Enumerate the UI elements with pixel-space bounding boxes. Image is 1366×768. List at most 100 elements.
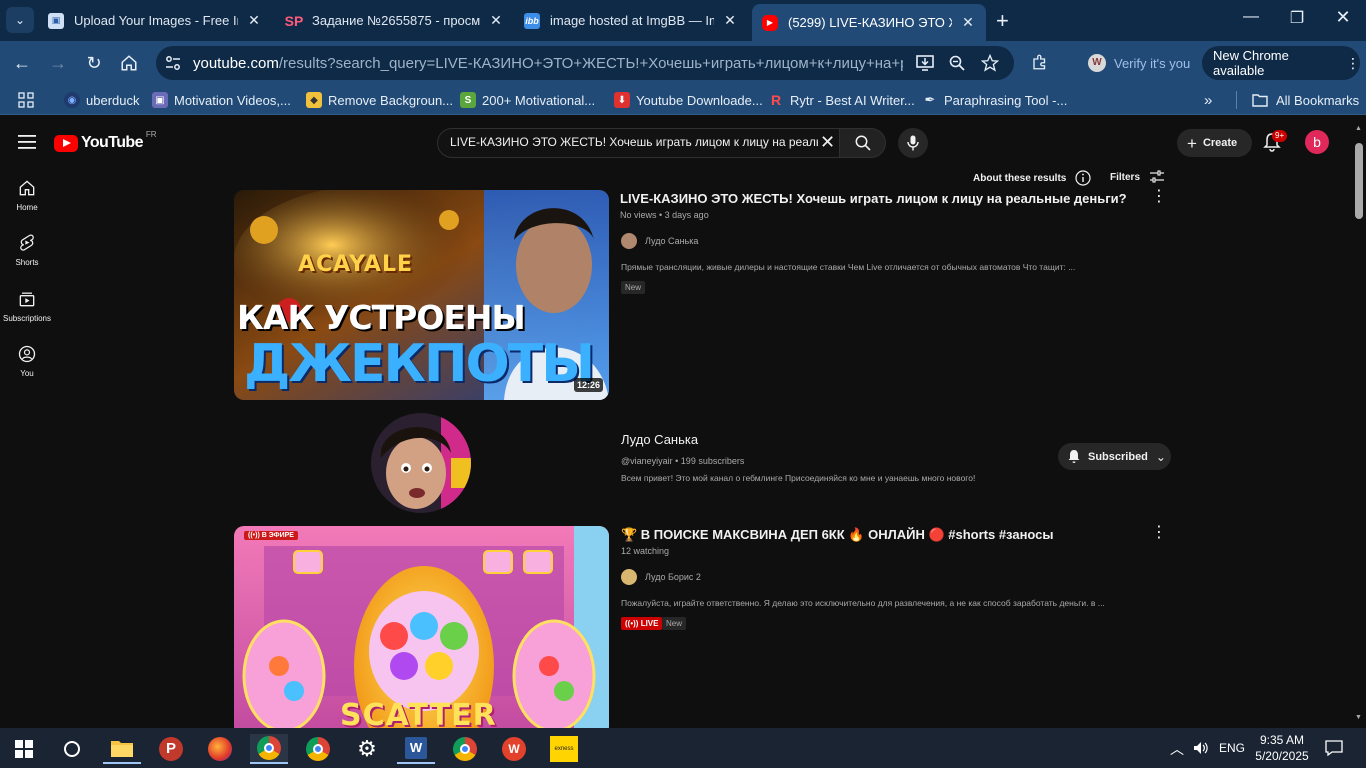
tray-overflow-chevron[interactable]: ︿	[1170, 739, 1184, 759]
install-app-icon[interactable]	[916, 55, 934, 71]
back-button[interactable]: ←	[11, 52, 33, 74]
channel-card-avatar[interactable]	[371, 413, 471, 513]
all-bookmarks-button[interactable]: All Bookmarks	[1252, 91, 1359, 109]
bookmark-youtube-downloader[interactable]: ⬇ Youtube Downloade...	[614, 91, 763, 109]
sidebar-item-subscriptions[interactable]: Subscriptions	[0, 289, 54, 323]
close-window-button[interactable]: ✕	[1320, 7, 1366, 28]
extensions-icon[interactable]	[1031, 53, 1049, 71]
scroll-down-arrow[interactable]: ▼	[1355, 714, 1362, 721]
home-button[interactable]	[118, 52, 140, 74]
video-title-1[interactable]: LIVE-КАЗИНО ЭТО ЖЕСТЬ! Хочешь играть лиц…	[620, 191, 1127, 206]
channel-link[interactable]: Лудо Санька	[621, 233, 698, 249]
chrome-active-button[interactable]	[250, 734, 288, 764]
sidebar-item-shorts[interactable]: Shorts	[0, 233, 54, 267]
subscribed-button[interactable]: Subscribed ⌄	[1058, 443, 1171, 470]
browser-tab-4-active[interactable]: ▶ (5299) LIVE-КАЗИНО ЭТО ЖЕСТЬ ✕	[752, 4, 986, 41]
wps-icon: W	[502, 737, 526, 761]
about-results-link[interactable]: About these results	[973, 170, 1091, 186]
bookmark-paraphrasing-tool[interactable]: ✒ Paraphrasing Tool -...	[922, 91, 1068, 109]
forward-button[interactable]: →	[47, 52, 69, 74]
search-icon	[855, 135, 871, 151]
clock[interactable]: 9:35 AM 5/20/2025	[1254, 732, 1310, 764]
bookmark-label: Youtube Downloade...	[636, 92, 763, 108]
notification-center-icon[interactable]	[1325, 740, 1343, 756]
search-input[interactable]	[450, 135, 818, 149]
new-chrome-button[interactable]: New Chrome available ⋮	[1202, 46, 1360, 80]
chrome-button[interactable]	[299, 734, 337, 764]
browser-tab-3[interactable]: ibb image hosted at ImgBB — ImgBB ✕	[514, 4, 748, 37]
create-button[interactable]: + Create	[1177, 129, 1252, 157]
firefox-button[interactable]	[201, 734, 239, 764]
file-explorer-button[interactable]	[103, 734, 141, 764]
tab-title: Задание №2655875 - просмотр	[312, 13, 480, 28]
browser-tab-1[interactable]: ▣ Upload Your Images - Free Imag ✕	[38, 4, 272, 37]
youtube-logo[interactable]: YouTube FR	[54, 130, 157, 152]
exness-button[interactable]: exness	[545, 734, 583, 764]
new-tab-button[interactable]: +	[996, 8, 1009, 34]
close-tab-icon[interactable]: ✕	[246, 12, 262, 29]
search-taskbar-button[interactable]	[53, 734, 91, 764]
address-bar[interactable]: youtube.com/results?search_query=LIVE-КА…	[156, 46, 1014, 80]
word-icon: W	[405, 737, 427, 759]
search-box[interactable]: ✕	[437, 128, 840, 158]
input-language[interactable]: ENG	[1219, 741, 1245, 755]
start-button[interactable]	[5, 734, 43, 764]
minimize-button[interactable]: —	[1228, 8, 1274, 26]
sidebar-item-home[interactable]: Home	[0, 178, 54, 212]
search-button[interactable]	[840, 128, 886, 158]
account-avatar[interactable]: b	[1305, 130, 1329, 154]
video-menu-button[interactable]: ⋮	[1151, 189, 1167, 205]
bookmark-uberduck[interactable]: ◉ uberduck	[64, 91, 139, 109]
bookmark-rytr[interactable]: R Rytr - Best AI Writer...	[768, 91, 915, 109]
scroll-up-arrow[interactable]: ▲	[1355, 125, 1362, 132]
reload-button[interactable]: ↻	[83, 52, 105, 74]
verify-account-button[interactable]: W Verify it's you	[1080, 46, 1194, 80]
apps-grid-icon[interactable]	[18, 92, 34, 108]
restore-button[interactable]: ❐	[1274, 8, 1320, 28]
scrollbar-thumb[interactable]	[1355, 143, 1363, 219]
zoom-icon[interactable]	[949, 55, 965, 71]
bookmark-label: 200+ Motivational...	[482, 92, 596, 108]
chrome-2-button[interactable]	[446, 734, 484, 764]
video-menu-button[interactable]: ⋮	[1151, 525, 1167, 541]
page-scrollbar[interactable]: ▲ ▼	[1352, 125, 1366, 728]
video-thumbnail-1[interactable]: ACAYALE КАК УСТРОЕНЫ ДЖЕКПОТЫ 12:26	[234, 190, 609, 400]
browser-tab-strip: ⌄ ▣ Upload Your Images - Free Imag ✕ SP …	[0, 0, 1366, 41]
channel-avatar	[621, 569, 637, 585]
settings-button[interactable]: ⚙	[348, 734, 386, 764]
word-button[interactable]: W	[397, 734, 435, 764]
channel-avatar	[621, 233, 637, 249]
browser-tab-2[interactable]: SP Задание №2655875 - просмотр ✕	[276, 4, 514, 37]
close-tab-icon[interactable]: ✕	[960, 14, 976, 31]
image-icon: ▣	[152, 92, 168, 108]
home-icon	[19, 180, 35, 196]
notifications-button[interactable]: 9+	[1263, 130, 1288, 157]
close-tab-icon[interactable]: ✕	[722, 12, 738, 29]
channel-avatar-image	[371, 413, 471, 513]
new-chrome-label: New Chrome available	[1213, 48, 1289, 78]
sidebar-item-you[interactable]: You	[0, 344, 54, 378]
menu-hamburger-icon[interactable]	[18, 135, 36, 149]
psiphon-button[interactable]: P	[152, 734, 190, 764]
close-tab-icon[interactable]: ✕	[488, 12, 504, 29]
bookmark-remove-background[interactable]: ◆ Remove Backgroun...	[306, 91, 453, 109]
bookmark-star-icon[interactable]	[981, 54, 999, 72]
tab-search-button[interactable]: ⌄	[6, 7, 34, 33]
site-info-icon[interactable]	[165, 55, 181, 71]
video-duration: 12:26	[574, 378, 604, 392]
speaker-icon[interactable]	[1193, 741, 1209, 755]
clear-search-icon[interactable]: ✕	[820, 132, 835, 153]
bookmark-200-motivational[interactable]: S 200+ Motivational...	[460, 91, 595, 109]
channel-card-name[interactable]: Лудо Санька	[621, 432, 698, 447]
wps-office-button[interactable]: W	[495, 734, 533, 764]
voice-search-button[interactable]	[898, 128, 928, 158]
bookmark-motivation-videos[interactable]: ▣ Motivation Videos,...	[152, 91, 291, 109]
video-thumbnail-2[interactable]: ((•)) В ЭФИРЕ SCATTER	[234, 526, 609, 728]
firefox-icon	[208, 737, 232, 761]
video-title-2[interactable]: 🏆 В ПОИСКЕ МАКСВИНА ДЕП 6КК 🔥 ОНЛАЙН 🔴 #…	[621, 527, 1054, 543]
more-bookmarks-button[interactable]: »	[1204, 91, 1212, 109]
channel-link[interactable]: Лудо Борис 2	[621, 569, 701, 585]
channel-card-meta: @vianeyiyair • 199 subscribers	[621, 456, 745, 466]
filters-button[interactable]: Filters	[1110, 170, 1165, 184]
exness-icon: exness	[550, 736, 578, 762]
